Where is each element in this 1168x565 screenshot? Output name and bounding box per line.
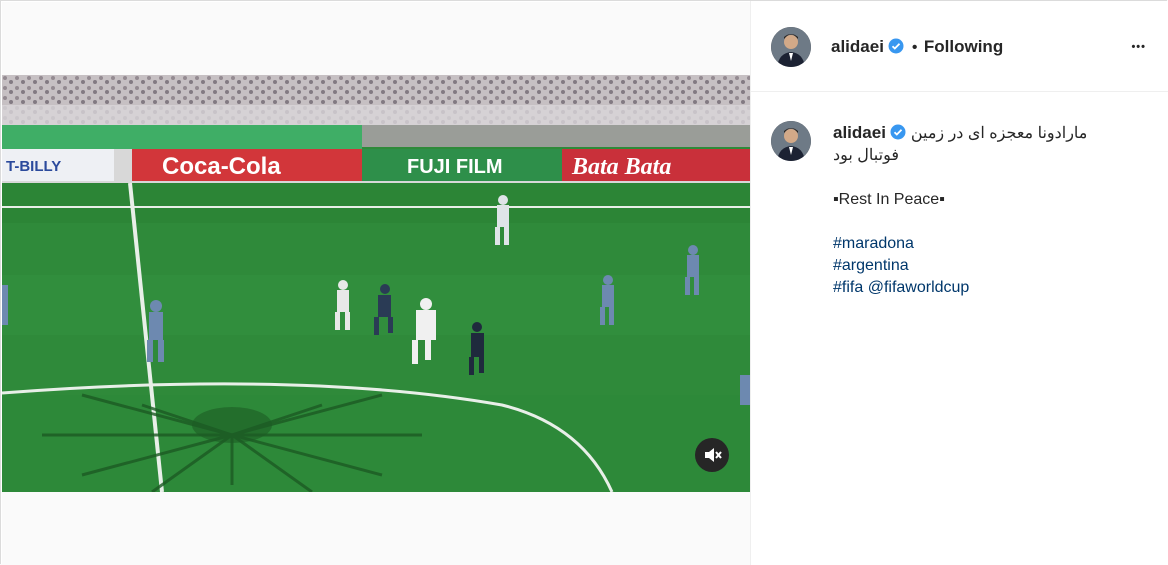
caption-text-line1: مارادونا معجزه ای در زمین: [910, 125, 1088, 142]
ad-board-1-text: T-BILLY: [6, 158, 61, 175]
ad-board-4-text: Bata Bata: [571, 154, 671, 180]
verified-badge-icon: [890, 124, 906, 140]
mute-toggle-button[interactable]: [695, 438, 729, 472]
caption-rest-line: ▪Rest In Peace▪: [833, 191, 945, 208]
header-identity: alidaei • Following: [831, 37, 1003, 57]
hashtag-maradona[interactable]: #maradona: [833, 235, 914, 252]
caption-username-link[interactable]: alidaei: [833, 123, 886, 142]
caption-block: alidaei مارادونا معجزه ای در زمین فوتبال…: [833, 122, 1153, 299]
more-options-icon[interactable]: •••: [1131, 41, 1146, 53]
post-dialog: T-BILLY Coca-Cola FUJI FILM Bata Bata al…: [0, 0, 1168, 565]
avatar-image: [771, 27, 811, 67]
media-panel: T-BILLY Coca-Cola FUJI FILM Bata Bata: [2, 2, 750, 565]
caption-first-line: alidaei مارادونا معجزه ای در زمین: [833, 122, 1153, 145]
video-player[interactable]: T-BILLY Coca-Cola FUJI FILM Bata Bata: [2, 75, 750, 492]
video-frame: T-BILLY Coca-Cola FUJI FILM Bata Bata: [2, 75, 750, 492]
caption-text-line2: فوتبال بود: [833, 147, 899, 164]
avatar-image: [771, 121, 811, 161]
username-link[interactable]: alidaei: [831, 37, 884, 56]
hashtag-argentina[interactable]: #argentina: [833, 257, 909, 274]
avatar[interactable]: [771, 27, 811, 67]
post-header: alidaei • Following •••: [751, 1, 1168, 92]
ad-board-3-text: FUJI FILM: [407, 156, 503, 178]
following-button[interactable]: Following: [924, 37, 1003, 56]
post-sidebar: alidaei • Following ••• alidaei مارادونا…: [751, 1, 1168, 565]
verified-badge-icon: [888, 38, 904, 54]
speaker-muted-icon: [705, 448, 722, 462]
hashtag-fifa[interactable]: #fifa: [833, 279, 863, 296]
ad-board-2-text: Coca-Cola: [162, 153, 281, 180]
mention-fifaworldcup[interactable]: @fifaworldcup: [868, 279, 970, 296]
caption-avatar[interactable]: [771, 121, 811, 161]
separator-dot: •: [911, 39, 918, 56]
green-wall: [2, 125, 362, 153]
